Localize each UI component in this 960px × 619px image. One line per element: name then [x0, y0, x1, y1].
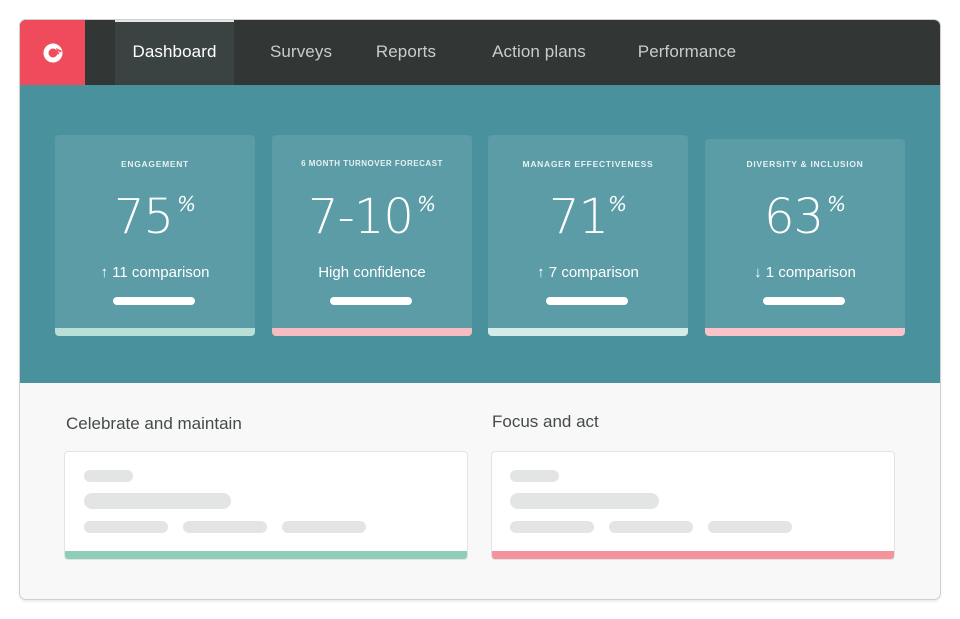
kpi-accent-bar	[272, 328, 472, 336]
kpi-value-group: 71 %	[488, 187, 688, 247]
skeleton-line	[708, 521, 792, 533]
kpi-unit: %	[608, 192, 628, 216]
app-window: Dashboard Surveys Reports Action plans P…	[20, 20, 940, 599]
nav-tab-action-plans[interactable]: Action plans	[478, 20, 600, 85]
kpi-value-group: 63 %	[705, 187, 905, 247]
kpi-value: 75	[113, 189, 174, 245]
kpi-label: DIVERSITY & INCLUSION	[746, 159, 864, 169]
kpi-value-group: 75 %	[55, 187, 255, 247]
kpi-unit: %	[827, 192, 847, 216]
skeleton-line	[282, 521, 366, 533]
skeleton-line	[510, 470, 559, 482]
kpi-value: 7-10	[308, 189, 414, 245]
kpi-accent-bar	[488, 328, 688, 336]
kpi-value-group: 7-10 %	[272, 187, 472, 247]
kpi-card-manager-effectiveness[interactable]: MANAGER EFFECTIVENESS 71 % ↑ 7 compariso…	[488, 135, 688, 336]
kpi-accent-bar	[55, 328, 255, 336]
nav-tab-reports[interactable]: Reports	[360, 20, 452, 85]
kpi-label: MANAGER EFFECTIVENESS	[522, 159, 654, 169]
kpi-label: ENGAGEMENT	[121, 159, 189, 169]
kpi-placeholder-pill	[763, 297, 845, 305]
panel-accent-bar	[65, 551, 467, 559]
section-title-focus: Focus and act	[492, 412, 599, 431]
kpi-confidence: High confidence	[318, 264, 426, 281]
brand-logo[interactable]	[20, 20, 85, 85]
kpi-value: 63	[763, 189, 824, 245]
top-navbar: Dashboard Surveys Reports Action plans P…	[20, 20, 940, 85]
kpi-comparison: ↓ 1 comparison	[754, 264, 856, 281]
skeleton-line	[84, 493, 231, 509]
kpi-placeholder-pill	[330, 297, 412, 305]
kpi-unit: %	[416, 192, 436, 216]
kpi-comparison: ↑ 11 comparison	[100, 264, 210, 281]
kpi-value: 71	[548, 189, 609, 245]
skeleton-line	[609, 521, 693, 533]
nav-tab-dashboard[interactable]: Dashboard	[115, 20, 234, 85]
celebrate-panel[interactable]	[64, 451, 468, 560]
focus-panel[interactable]	[491, 451, 895, 560]
kpi-card-turnover-forecast[interactable]: 6 MONTH TURNOVER FORECAST 7-10 % High co…	[272, 135, 472, 336]
section-title-celebrate: Celebrate and maintain	[66, 414, 242, 433]
skeleton-line	[510, 521, 594, 533]
nav-tab-surveys[interactable]: Surveys	[256, 20, 346, 85]
skeleton-line	[84, 470, 133, 482]
kpi-unit: %	[177, 192, 197, 216]
kpi-card-diversity-inclusion[interactable]: DIVERSITY & INCLUSION 63 % ↓ 1 compariso…	[705, 139, 905, 336]
skeleton-line	[84, 521, 168, 533]
skeleton-line	[510, 493, 659, 509]
kpi-placeholder-pill	[546, 297, 628, 305]
nav-tab-performance[interactable]: Performance	[620, 20, 754, 85]
kpi-placeholder-pill	[113, 297, 195, 305]
kpi-card-engagement[interactable]: ENGAGEMENT 75 % ↑ 11 comparison	[55, 135, 255, 336]
kpi-comparison: ↑ 7 comparison	[537, 264, 639, 281]
kpi-accent-bar	[705, 328, 905, 336]
skeleton-line	[183, 521, 267, 533]
brand-swirl-logo-icon	[43, 43, 62, 62]
kpi-label: 6 MONTH TURNOVER FORECAST	[301, 159, 443, 168]
kpi-hero: ENGAGEMENT 75 % ↑ 11 comparison 6 MONTH …	[20, 85, 940, 383]
panel-accent-bar	[492, 551, 894, 559]
